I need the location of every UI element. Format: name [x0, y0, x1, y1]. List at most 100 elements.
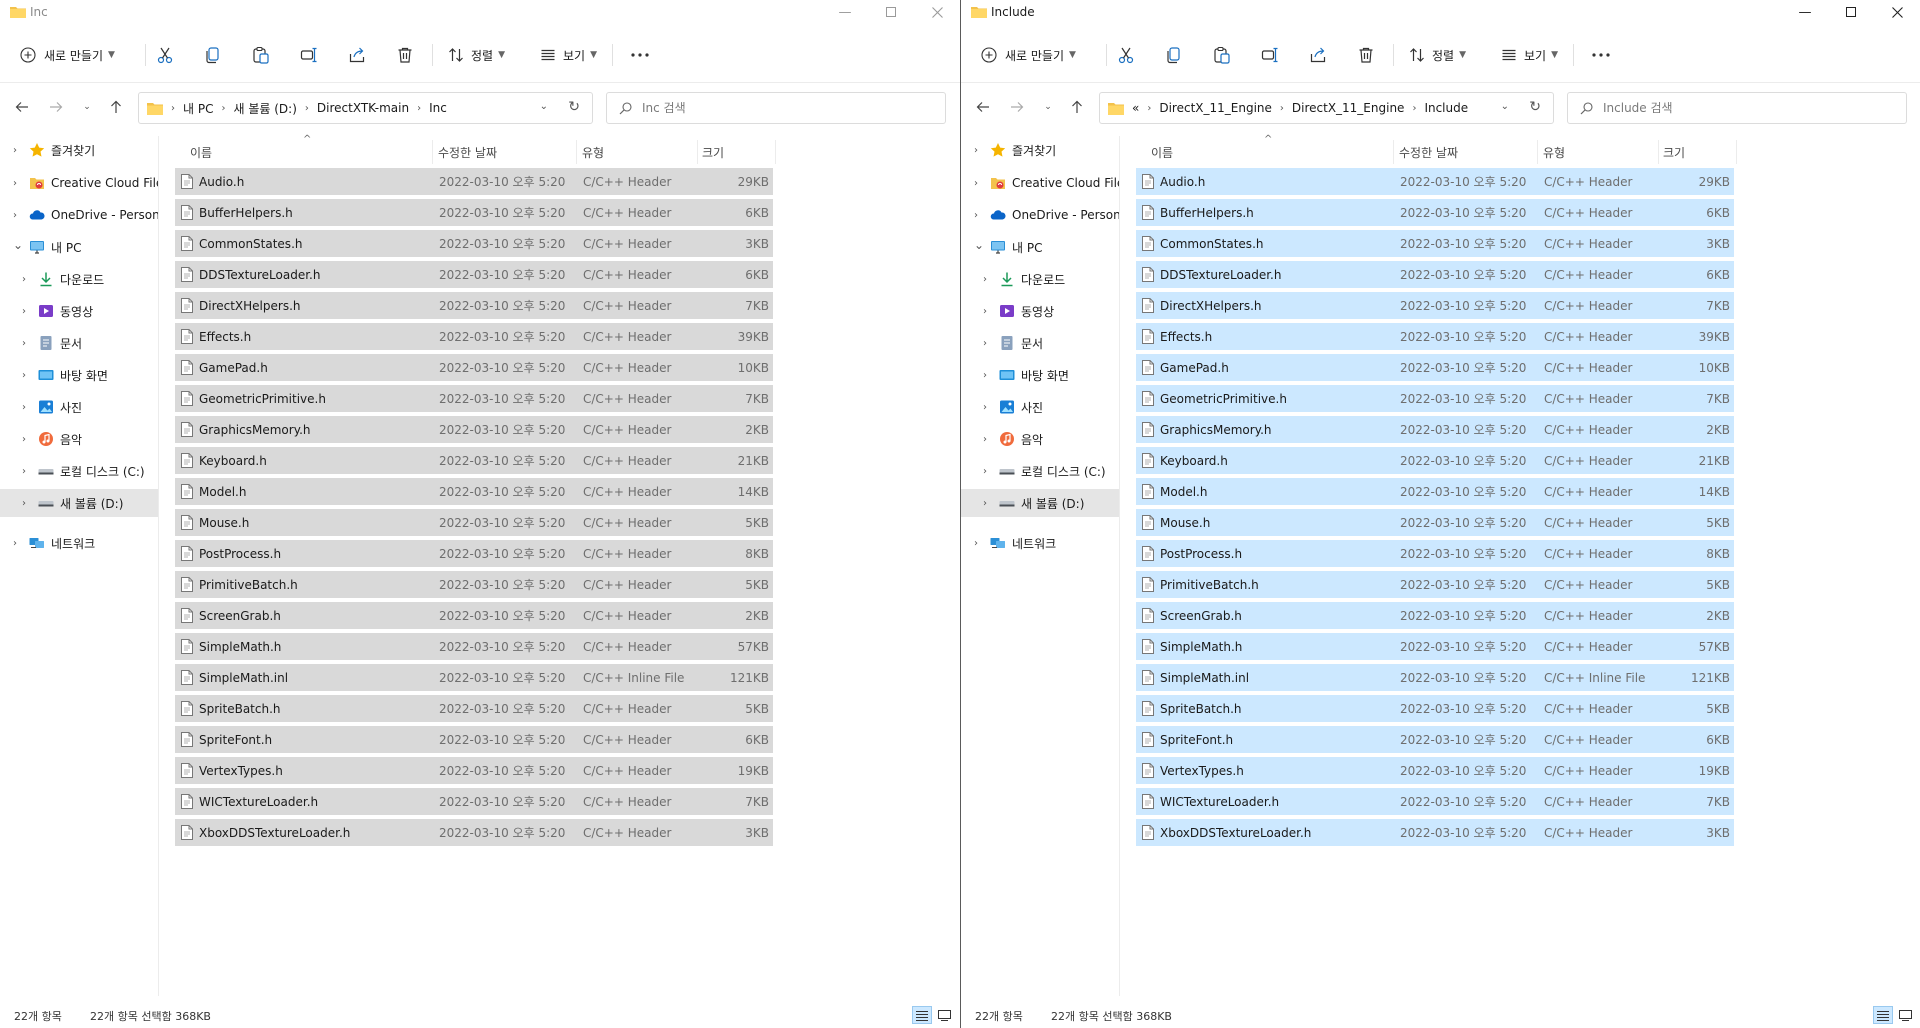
back-button[interactable] — [11, 96, 33, 118]
column-divider[interactable] — [1537, 140, 1538, 164]
sort-button[interactable]: 정렬 ▼ — [448, 40, 505, 70]
breadcrumb-separator-icon[interactable]: › — [305, 103, 309, 114]
search-input[interactable] — [640, 100, 844, 116]
column-header-date[interactable]: 수정한 날짜 — [1399, 140, 1458, 164]
chevron-right-icon[interactable]: › — [974, 178, 978, 189]
breadcrumb-item[interactable]: DirectXTK-main — [317, 101, 409, 115]
chevron-right-icon[interactable]: › — [22, 338, 26, 349]
file-row[interactable]: SpriteBatch.h 2022-03-10 오후 5:20 C/C++ Hea… — [1136, 695, 1734, 722]
chevron-right-icon[interactable]: › — [22, 466, 26, 477]
file-row[interactable]: BufferHelpers.h 2022-03-10 오후 5:20 C/C++ H… — [175, 199, 773, 226]
delete-button[interactable] — [1357, 40, 1375, 70]
file-row[interactable]: PostProcess.h 2022-03-10 오후 5:20 C/C++ Hea… — [1136, 540, 1734, 567]
file-row[interactable]: DirectXHelpers.h 2022-03-10 오후 5:20 C/C++ … — [175, 292, 773, 319]
chevron-down-icon[interactable]: ⌄ — [1501, 101, 1509, 112]
chevron-right-icon[interactable]: › — [22, 370, 26, 381]
file-row[interactable]: Keyboard.h 2022-03-10 오후 5:20 C/C++ Header… — [1136, 447, 1734, 474]
search-box[interactable] — [1567, 92, 1907, 124]
search-box[interactable] — [606, 92, 946, 124]
more-options-button[interactable] — [1591, 40, 1611, 70]
file-row[interactable]: BufferHelpers.h 2022-03-10 오후 5:20 C/C++ H… — [1136, 199, 1734, 226]
chevron-right-icon[interactable]: › — [983, 434, 987, 445]
refresh-icon[interactable]: ↻ — [568, 99, 580, 115]
file-row[interactable]: GamePad.h 2022-03-10 오후 5:20 C/C++ Header 1… — [175, 354, 773, 381]
copy-button[interactable] — [204, 40, 222, 70]
nav-item[interactable]: › 다운로드 — [0, 265, 158, 293]
nav-item[interactable]: › 사진 — [961, 393, 1119, 421]
chevron-right-icon[interactable]: › — [22, 402, 26, 413]
file-row[interactable]: Audio.h 2022-03-10 오후 5:20 C/C++ Header 29K… — [175, 168, 773, 195]
chevron-right-icon[interactable]: › — [983, 402, 987, 413]
nav-item[interactable]: › 네트워크 — [961, 529, 1119, 557]
file-row[interactable]: DDSTextureLoader.h 2022-03-10 오후 5:20 C/C+… — [175, 261, 773, 288]
rename-button[interactable] — [1261, 40, 1279, 70]
file-row[interactable]: GamePad.h 2022-03-10 오후 5:20 C/C++ Header 1… — [1136, 354, 1734, 381]
share-button[interactable] — [1309, 40, 1327, 70]
chevron-right-icon[interactable]: › — [983, 274, 987, 285]
title-bar[interactable]: Include — — [961, 0, 1920, 24]
file-row[interactable]: PrimitiveBatch.h 2022-03-10 오후 5:20 C/C++ … — [1136, 571, 1734, 598]
nav-item[interactable]: › 새 볼륨 (D:) — [0, 489, 158, 517]
paste-button[interactable] — [1213, 40, 1231, 70]
nav-item[interactable]: › 로컬 디스크 (C:) — [0, 457, 158, 485]
chevron-right-icon[interactable]: › — [22, 434, 26, 445]
large-icons-view-button[interactable] — [934, 1006, 954, 1024]
file-row[interactable]: CommonStates.h 2022-03-10 오후 5:20 C/C++ He… — [1136, 230, 1734, 257]
minimize-button[interactable]: — — [1782, 0, 1828, 24]
up-button[interactable] — [105, 96, 127, 118]
cut-button[interactable] — [156, 40, 174, 70]
file-row[interactable]: Effects.h 2022-03-10 오후 5:20 C/C++ Header 3… — [175, 323, 773, 350]
nav-item[interactable]: › Creative Cloud Files — [961, 169, 1119, 197]
chevron-right-icon[interactable]: › — [974, 145, 978, 156]
column-divider[interactable] — [1658, 140, 1659, 164]
nav-item[interactable]: › 즐겨찾기 — [961, 136, 1119, 164]
column-divider[interactable] — [576, 140, 577, 164]
chevron-right-icon[interactable]: › — [13, 210, 17, 221]
nav-item[interactable]: › 음악 — [0, 425, 158, 453]
paste-button[interactable] — [252, 40, 270, 70]
nav-item[interactable]: › 사진 — [0, 393, 158, 421]
nav-item[interactable]: › OneDrive - Persona — [961, 201, 1119, 229]
file-row[interactable]: Effects.h 2022-03-10 오후 5:20 C/C++ Header 3… — [1136, 323, 1734, 350]
file-row[interactable]: Audio.h 2022-03-10 오후 5:20 C/C++ Header 29K… — [1136, 168, 1734, 195]
breadcrumb-separator-icon[interactable]: › — [171, 103, 175, 114]
copy-button[interactable] — [1165, 40, 1183, 70]
chevron-right-icon[interactable]: › — [983, 498, 987, 509]
new-button[interactable]: 새로 만들기 ▼ — [20, 40, 115, 70]
column-divider[interactable] — [775, 140, 776, 164]
refresh-icon[interactable]: ↻ — [1529, 99, 1541, 115]
chevron-right-icon[interactable]: › — [22, 274, 26, 285]
cut-button[interactable] — [1117, 40, 1135, 70]
file-row[interactable]: SpriteBatch.h 2022-03-10 오후 5:20 C/C++ Hea… — [175, 695, 773, 722]
new-button[interactable]: 새로 만들기 ▼ — [981, 40, 1076, 70]
nav-item[interactable]: › 문서 — [0, 329, 158, 357]
breadcrumb-separator-icon[interactable]: › — [1147, 103, 1151, 114]
nav-item[interactable]: › 즐겨찾기 — [0, 136, 158, 164]
chevron-right-icon[interactable]: › — [13, 178, 17, 189]
file-row[interactable]: CommonStates.h 2022-03-10 오후 5:20 C/C++ He… — [175, 230, 773, 257]
view-button[interactable]: 보기 ▼ — [540, 40, 597, 70]
nav-item[interactable]: › 네트워크 — [0, 529, 158, 557]
chevron-right-icon[interactable]: › — [983, 338, 987, 349]
breadcrumb-item[interactable]: DirectX_11_Engine — [1292, 101, 1405, 115]
breadcrumb-item[interactable]: 내 PC — [183, 100, 213, 117]
more-options-button[interactable] — [630, 40, 650, 70]
file-row[interactable]: SimpleMath.inl 2022-03-10 오후 5:20 C/C++ In… — [175, 664, 773, 691]
recent-locations-button[interactable]: ⌄ — [76, 96, 98, 118]
chevron-right-icon[interactable]: › — [22, 498, 26, 509]
chevron-right-icon[interactable]: › — [983, 306, 987, 317]
rename-button[interactable] — [300, 40, 318, 70]
address-bar[interactable]: › 내 PC › 새 볼륨 (D:) › DirectXTK-main › Inc ⌄ ↻ — [138, 92, 593, 124]
file-row[interactable]: SpriteFont.h 2022-03-10 오후 5:20 C/C++ Head… — [1136, 726, 1734, 753]
chevron-right-icon[interactable]: › — [13, 145, 17, 156]
details-view-button[interactable] — [912, 1006, 932, 1024]
file-row[interactable]: SimpleMath.inl 2022-03-10 오후 5:20 C/C++ In… — [1136, 664, 1734, 691]
nav-item[interactable]: › 동영상 — [961, 297, 1119, 325]
forward-button[interactable] — [45, 96, 67, 118]
delete-button[interactable] — [396, 40, 414, 70]
file-row[interactable]: WICTextureLoader.h 2022-03-10 오후 5:20 C/C+… — [175, 788, 773, 815]
column-header-type[interactable]: 유형 — [582, 140, 604, 164]
file-row[interactable]: VertexTypes.h 2022-03-10 오후 5:20 C/C++ Hea… — [1136, 757, 1734, 784]
file-row[interactable]: SimpleMath.h 2022-03-10 오후 5:20 C/C++ Head… — [1136, 633, 1734, 660]
column-divider[interactable] — [432, 140, 433, 164]
